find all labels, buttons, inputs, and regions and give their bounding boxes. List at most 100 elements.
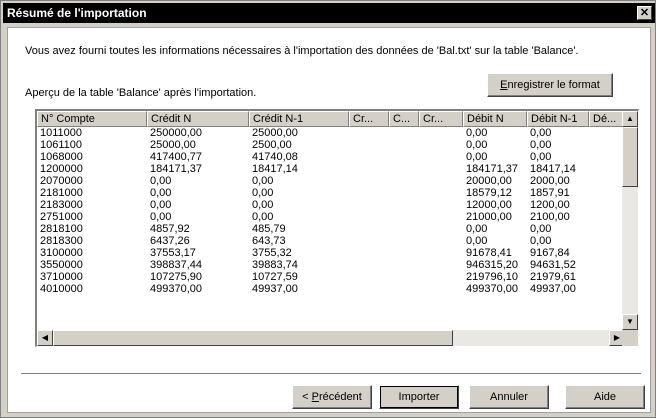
table-cell: 37553,17 xyxy=(150,247,196,259)
table-cell: 10727,59 xyxy=(252,271,298,283)
table-cell: 0,00 xyxy=(466,139,488,151)
table-cell xyxy=(349,127,389,139)
table-cell: 0,00 xyxy=(530,151,552,163)
table-cell xyxy=(389,259,419,271)
column-header[interactable]: N° Compte xyxy=(37,111,147,127)
import-button[interactable]: Importer xyxy=(379,385,459,409)
save-format-label: nregistrer le format xyxy=(507,79,600,91)
table-cell: 18417,14 xyxy=(252,163,298,175)
save-format-button[interactable]: Enregistrer le format xyxy=(487,73,613,97)
table-cell xyxy=(389,223,419,235)
table-cell: 18579,12 xyxy=(466,187,512,199)
table-cell: 4857,92 xyxy=(150,223,190,235)
table-row[interactable]: 2751000 0,00 0,00 21000,00 2100,00 xyxy=(37,211,625,223)
table-cell xyxy=(419,223,463,235)
previous-prefix: < xyxy=(302,391,312,403)
table-cell xyxy=(389,271,419,283)
preview-label: Aperçu de la table 'Balance' après l'imp… xyxy=(25,87,257,99)
cancel-button[interactable]: Annuler xyxy=(469,385,549,409)
table-cell: 3100000 xyxy=(40,247,83,259)
horizontal-scroll-thumb[interactable] xyxy=(53,330,453,346)
table-cell xyxy=(389,199,419,211)
table-cell: 398837,44 xyxy=(150,259,202,271)
table-cell: 219796,10 xyxy=(466,271,518,283)
previous-button[interactable]: < Précédent xyxy=(292,385,372,409)
table-row[interactable]: 2181000 0,00 0,00 18579,12 1857,91 xyxy=(37,187,625,199)
column-header[interactable]: Cr... xyxy=(419,111,463,127)
close-icon[interactable]: ✕ xyxy=(637,6,652,20)
table-cell: 1857,91 xyxy=(530,187,570,199)
table-row[interactable]: 2818300 6437,26 643,73 0,00 0,00 xyxy=(37,235,625,247)
column-header[interactable]: Crédit N-1 xyxy=(249,111,349,127)
table-cell xyxy=(419,199,463,211)
table-cell: 2100,00 xyxy=(530,211,570,223)
column-header[interactable]: Crédit N xyxy=(147,111,249,127)
table-cell xyxy=(389,175,419,187)
table-cell xyxy=(419,247,463,259)
table-cell: 0,00 xyxy=(466,151,488,163)
table-cell: 1068000 xyxy=(40,151,83,163)
table-cell xyxy=(389,247,419,259)
table-cell xyxy=(419,127,463,139)
table-cell xyxy=(589,235,625,247)
table-cell xyxy=(389,127,419,139)
column-header[interactable]: Cr... xyxy=(349,111,389,127)
table-cell: 0,00 xyxy=(150,199,172,211)
table-cell: 2000,00 xyxy=(530,175,570,187)
table-cell xyxy=(349,235,389,247)
table-cell: 9167,84 xyxy=(530,247,570,259)
table-cell xyxy=(389,139,419,151)
preview-grid[interactable]: N° Compte Crédit N Crédit N-1 Cr... C... Cr..… xyxy=(35,109,639,347)
dialog-title: Résumé de l'importation xyxy=(7,6,147,20)
table-row[interactable]: 2183000 0,00 0,00 12000,00 1200,00 xyxy=(37,199,625,211)
vertical-scrollbar[interactable]: ▲ ▼ xyxy=(622,111,638,330)
table-row[interactable]: 3550000 398837,44 39883,74 946315,20 94631,5… xyxy=(37,259,625,271)
table-cell: 0,00 xyxy=(466,235,488,247)
table-cell: 184171,37 xyxy=(150,163,202,175)
table-row[interactable]: 3710000 107275,90 10727,59 219796,10 21979,6… xyxy=(37,271,625,283)
table-cell: 2183000 xyxy=(40,199,83,211)
scroll-up-icon[interactable]: ▲ xyxy=(622,111,638,127)
scroll-left-icon[interactable]: ◀ xyxy=(37,330,53,346)
table-cell: 2500,00 xyxy=(252,139,292,151)
table-cell xyxy=(349,247,389,259)
table-cell: 0,00 xyxy=(252,211,274,223)
table-cell: 39883,74 xyxy=(252,259,298,271)
table-cell xyxy=(419,151,463,163)
table-cell: 21000,00 xyxy=(466,211,512,223)
table-cell xyxy=(349,175,389,187)
table-cell xyxy=(349,163,389,175)
table-cell: 1200000 xyxy=(40,163,83,175)
table-row[interactable]: 4010000 499370,00 49937,00 499370,00 49937,0… xyxy=(37,283,625,295)
table-cell xyxy=(589,175,625,187)
table-cell xyxy=(389,151,419,163)
table-row[interactable]: 1200000 184171,37 18417,14 184171,37 18417,1… xyxy=(37,163,625,175)
table-row[interactable]: 2818100 4857,92 485,79 0,00 0,00 xyxy=(37,223,625,235)
table-cell: 1200,00 xyxy=(530,199,570,211)
table-cell: 499370,00 xyxy=(466,283,518,295)
scroll-down-icon[interactable]: ▼ xyxy=(622,314,638,330)
table-cell: 0,00 xyxy=(150,211,172,223)
table-cell: 107275,90 xyxy=(150,271,202,283)
table-row[interactable]: 1068000 417400,77 41740,08 0,00 0,00 xyxy=(37,151,625,163)
table-row[interactable]: 1011000 250000,00 25000,00 0,00 0,00 xyxy=(37,127,625,139)
table-cell xyxy=(419,163,463,175)
help-button[interactable]: Aide xyxy=(565,385,645,409)
column-header[interactable]: C... xyxy=(389,111,419,127)
horizontal-scrollbar[interactable]: ◀ ▶ xyxy=(37,330,625,346)
table-cell xyxy=(589,199,625,211)
column-header[interactable]: Débit N xyxy=(463,111,527,127)
vertical-scroll-thumb[interactable] xyxy=(622,127,638,187)
column-header[interactable]: Débit N-1 xyxy=(527,111,589,127)
table-row[interactable]: 1061100 25000,00 2500,00 0,00 0,00 xyxy=(37,139,625,151)
table-row[interactable]: 3100000 37553,17 3755,32 91678,41 9167,84 xyxy=(37,247,625,259)
table-cell xyxy=(589,259,625,271)
table-cell xyxy=(419,139,463,151)
table-cell: 0,00 xyxy=(530,223,552,235)
table-row[interactable]: 2070000 0,00 0,00 20000,00 2000,00 xyxy=(37,175,625,187)
table-cell xyxy=(419,211,463,223)
title-bar[interactable]: Résumé de l'importation ✕ xyxy=(3,3,655,23)
grid-body: 1011000 250000,00 25000,00 0,00 0,00 1061100 2… xyxy=(37,127,625,295)
table-cell xyxy=(589,283,625,295)
column-header[interactable]: Dé... xyxy=(589,111,625,127)
